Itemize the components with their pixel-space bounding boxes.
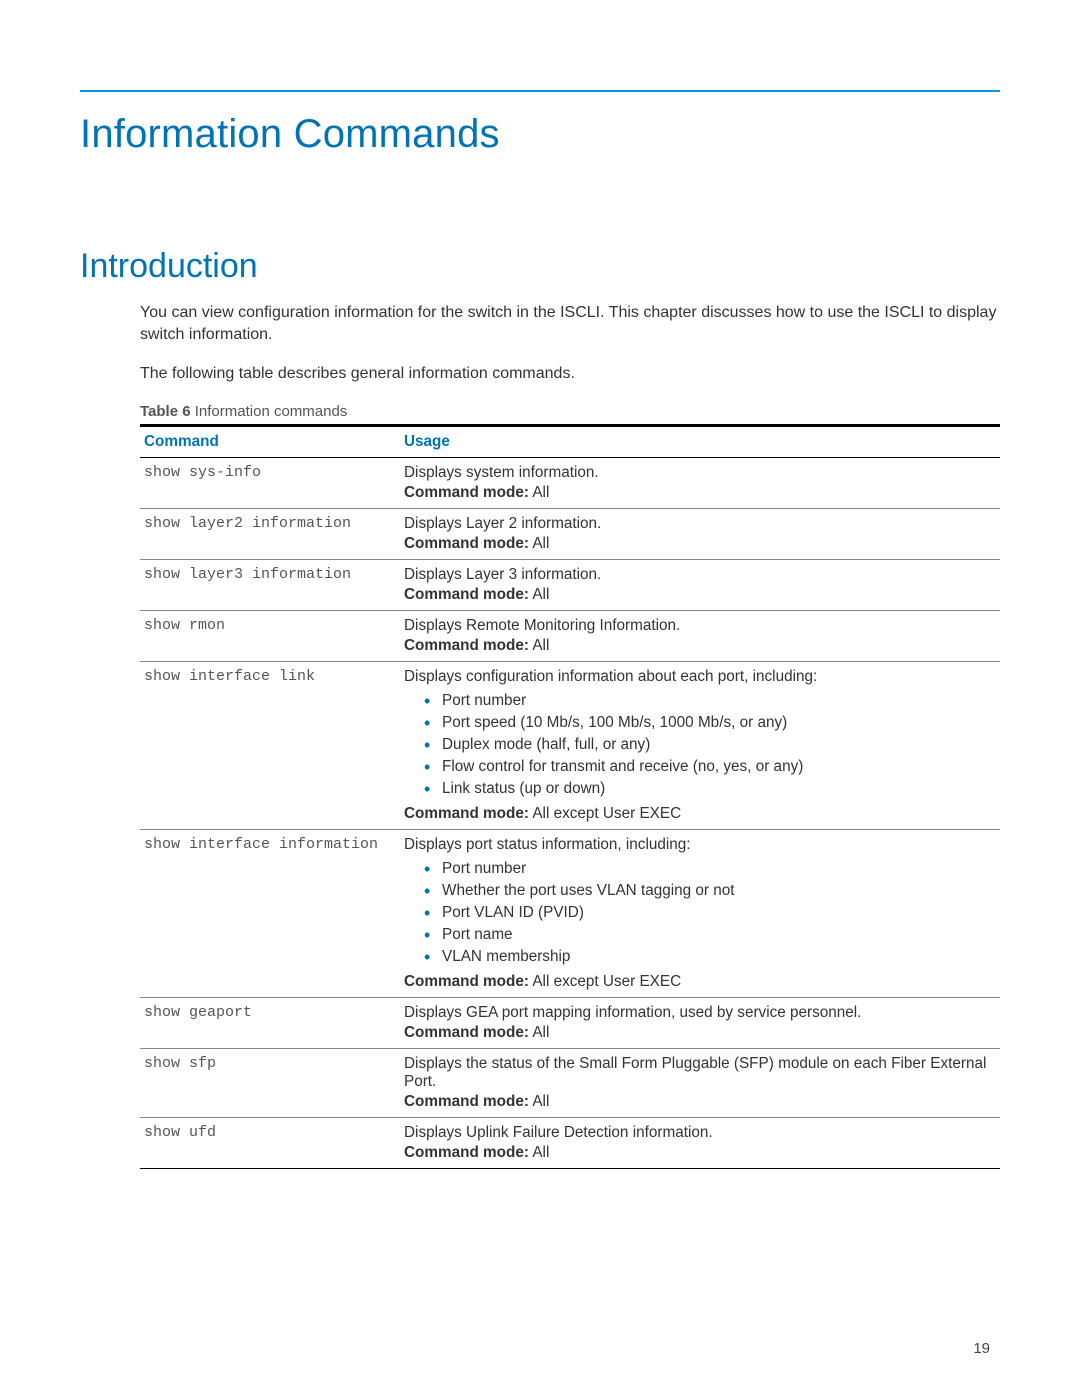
usage-cell: Displays GEA port mapping information, u… <box>400 997 1000 1048</box>
command-cell: show interface information <box>140 829 400 997</box>
usage-description: Displays Remote Monitoring Information. <box>404 617 996 635</box>
usage-cell: Displays configuration information about… <box>400 661 1000 829</box>
page-number: 19 <box>973 1340 990 1357</box>
usage-bullet-list: Port numberWhether the port uses VLAN ta… <box>424 858 996 969</box>
command-cell: show interface link <box>140 661 400 829</box>
command-cell: show sys-info <box>140 457 400 508</box>
usage-cell: Displays the status of the Small Form Pl… <box>400 1048 1000 1117</box>
command-cell: show ufd <box>140 1117 400 1168</box>
list-item: VLAN membership <box>424 946 996 968</box>
command-mode-value: All except User EXEC <box>529 805 681 822</box>
page-title: Information Commands <box>80 112 1000 157</box>
command-mode-line: Command mode: All <box>404 484 996 502</box>
usage-description: Displays the status of the Small Form Pl… <box>404 1055 996 1091</box>
table-row: show sfpDisplays the status of the Small… <box>140 1048 1000 1117</box>
table-row: show geaportDisplays GEA port mapping in… <box>140 997 1000 1048</box>
table-row: show interface informationDisplays port … <box>140 829 1000 997</box>
command-mode-label: Command mode: <box>404 1144 529 1161</box>
list-item: Duplex mode (half, full, or any) <box>424 734 996 756</box>
usage-cell: Displays Layer 2 information. Command mod… <box>400 508 1000 559</box>
list-item: Whether the port uses VLAN tagging or no… <box>424 880 996 902</box>
table-caption: Table 6 Information commands <box>140 403 1000 420</box>
usage-description: Displays configuration information about… <box>404 668 996 686</box>
usage-cell: Displays Remote Monitoring Information. C… <box>400 610 1000 661</box>
command-mode-line: Command mode: All except User EXEC <box>404 805 996 823</box>
command-mode-value: All <box>529 1144 549 1161</box>
command-mode-line: Command mode: All except User EXEC <box>404 973 996 991</box>
usage-description: Displays Layer 2 information. <box>404 515 996 533</box>
command-mode-label: Command mode: <box>404 637 529 654</box>
col-header-usage: Usage <box>400 425 1000 457</box>
command-mode-line: Command mode: All <box>404 586 996 604</box>
command-mode-value: All <box>529 1093 549 1110</box>
table-row: show sys-infoDisplays system information… <box>140 457 1000 508</box>
table-row: show ufdDisplays Uplink Failure Detectio… <box>140 1117 1000 1168</box>
command-mode-line: Command mode: All <box>404 535 996 553</box>
list-item: Link status (up or down) <box>424 778 996 800</box>
command-mode-label: Command mode: <box>404 1093 529 1110</box>
col-header-command: Command <box>140 425 400 457</box>
usage-description: Displays Layer 3 information. <box>404 566 996 584</box>
list-item: Port number <box>424 858 996 880</box>
top-rule <box>80 90 1000 92</box>
intro-paragraph-2: The following table describes general in… <box>140 363 1000 385</box>
usage-description: Displays GEA port mapping information, u… <box>404 1004 996 1022</box>
list-item: Port speed (10 Mb/s, 100 Mb/s, 1000 Mb/s… <box>424 712 996 734</box>
command-mode-line: Command mode: All <box>404 1024 996 1042</box>
body-content: You can view configuration information f… <box>140 302 1000 1169</box>
usage-cell: Displays system information. Command mode… <box>400 457 1000 508</box>
command-cell: show rmon <box>140 610 400 661</box>
command-mode-value: All except User EXEC <box>529 973 681 990</box>
usage-cell: Displays port status information, includ… <box>400 829 1000 997</box>
usage-description: Displays port status information, includ… <box>404 836 996 854</box>
usage-description: Displays system information. <box>404 464 996 482</box>
list-item: Port number <box>424 690 996 712</box>
table-row: show layer3 informationDisplays Layer 3 … <box>140 559 1000 610</box>
list-item: Flow control for transmit and receive (n… <box>424 756 996 778</box>
command-mode-line: Command mode: All <box>404 1093 996 1111</box>
table-caption-label: Table 6 <box>140 403 191 420</box>
command-mode-label: Command mode: <box>404 973 529 990</box>
command-mode-label: Command mode: <box>404 535 529 552</box>
usage-bullet-list: Port numberPort speed (10 Mb/s, 100 Mb/s… <box>424 690 996 801</box>
table-row: show interface linkDisplays configuratio… <box>140 661 1000 829</box>
command-mode-line: Command mode: All <box>404 1144 996 1162</box>
command-cell: show sfp <box>140 1048 400 1117</box>
information-commands-table: Command Usage show sys-infoDisplays syst… <box>140 424 1000 1169</box>
usage-cell: Displays Uplink Failure Detection inform… <box>400 1117 1000 1168</box>
list-item: Port name <box>424 924 996 946</box>
table-row: show layer2 informationDisplays Layer 2 … <box>140 508 1000 559</box>
command-mode-value: All <box>529 637 549 654</box>
section-heading: Introduction <box>80 247 1000 286</box>
command-cell: show layer3 information <box>140 559 400 610</box>
command-cell: show layer2 information <box>140 508 400 559</box>
command-mode-line: Command mode: All <box>404 637 996 655</box>
command-mode-value: All <box>529 484 549 501</box>
command-mode-label: Command mode: <box>404 805 529 822</box>
intro-paragraph-1: You can view configuration information f… <box>140 302 1000 345</box>
usage-cell: Displays Layer 3 information. Command mod… <box>400 559 1000 610</box>
command-cell: show geaport <box>140 997 400 1048</box>
command-mode-value: All <box>529 1024 549 1041</box>
list-item: Port VLAN ID (PVID) <box>424 902 996 924</box>
table-caption-title: Information commands <box>191 403 348 420</box>
command-mode-label: Command mode: <box>404 484 529 501</box>
command-mode-label: Command mode: <box>404 586 529 603</box>
usage-description: Displays Uplink Failure Detection inform… <box>404 1124 996 1142</box>
command-mode-value: All <box>529 586 549 603</box>
command-mode-label: Command mode: <box>404 1024 529 1041</box>
table-row: show rmonDisplays Remote Monitoring Info… <box>140 610 1000 661</box>
command-mode-value: All <box>529 535 549 552</box>
